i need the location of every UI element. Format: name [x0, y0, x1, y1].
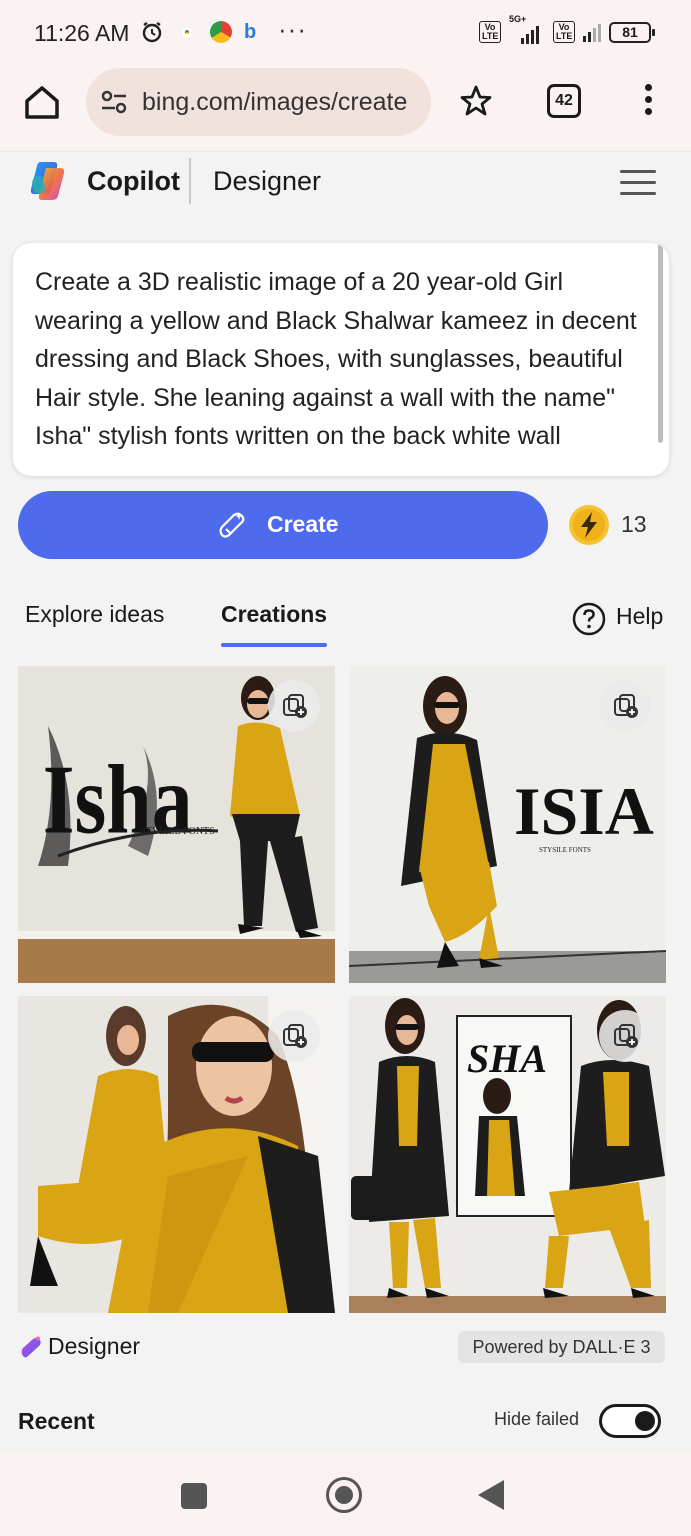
bing-icon: b [244, 20, 257, 43]
collection-add-icon [614, 694, 638, 718]
signal-icon [583, 22, 601, 42]
signal-5g-icon: 5G+ [509, 14, 545, 44]
hide-failed-toggle[interactable] [599, 1404, 661, 1438]
help-icon[interactable] [572, 602, 606, 636]
tab-creations[interactable]: Creations [221, 601, 327, 628]
back-button[interactable] [478, 1480, 504, 1510]
collection-add-icon [614, 1024, 638, 1048]
recents-button[interactable] [181, 1483, 207, 1509]
create-label: Create [267, 511, 339, 537]
active-tab-indicator [221, 643, 327, 647]
add-to-collection-button[interactable] [599, 680, 651, 732]
chrome-icon [210, 21, 232, 43]
chrome-icon [176, 21, 198, 43]
product-name[interactable]: Designer [213, 166, 321, 197]
hamburger-menu-icon[interactable] [620, 170, 656, 196]
header-divider [189, 158, 191, 204]
volte-icon: Vo LTE [479, 21, 501, 43]
help-link[interactable]: Help [616, 603, 663, 630]
create-button[interactable]: Create [18, 491, 548, 559]
home-icon[interactable] [22, 82, 62, 122]
generated-image-1[interactable]: Isha STYLILE FONTS [18, 666, 335, 983]
hide-failed-label: Hide failed [494, 1409, 580, 1429]
wall-text: ISIA [514, 773, 654, 849]
wall-text: SHA [467, 1036, 547, 1081]
powered-by-badge: Powered by DALL·E 3 [458, 1331, 665, 1363]
home-button[interactable] [326, 1477, 362, 1513]
generated-image-2[interactable]: ISIA STYSILE FONTS [349, 666, 666, 983]
create-sparkle-icon [219, 512, 245, 538]
boost-icon[interactable] [568, 504, 610, 546]
boost-count: 13 [621, 511, 647, 537]
status-notification-icons: b [140, 20, 256, 44]
alarm-icon [142, 22, 162, 43]
site-settings-icon[interactable] [100, 88, 128, 116]
url-text[interactable]: bing.com/images/create [142, 88, 420, 117]
status-time: 11:26 AM [34, 20, 130, 46]
copilot-logo-icon[interactable] [28, 160, 72, 202]
tab-explore-ideas[interactable]: Explore ideas [25, 601, 164, 628]
designer-icon [21, 1336, 41, 1358]
prompt-text[interactable]: Create a 3D realistic image of a 20 year… [35, 263, 640, 456]
status-bar: 11:26 AM b ··· Vo LTE 5G+ Vo LTE 81 [0, 0, 691, 66]
collection-add-icon [283, 694, 307, 718]
add-to-collection-button[interactable] [599, 1010, 651, 1062]
network-label: 5G+ [509, 14, 527, 24]
status-system-icons: Vo LTE 5G+ Vo LTE 81 [479, 14, 655, 44]
system-nav-bar [0, 1452, 691, 1536]
more-notifications-icon: ··· [278, 14, 307, 44]
generated-image-3[interactable] [18, 996, 335, 1313]
designer-label: Designer [48, 1333, 141, 1359]
collection-add-icon [283, 1024, 307, 1048]
prompt-scrollbar[interactable] [658, 243, 663, 443]
recent-heading: Recent [18, 1408, 95, 1434]
brand-name[interactable]: Copilot [87, 166, 180, 197]
bookmark-star-icon[interactable] [459, 84, 493, 118]
wall-subtext: STYSILE FONTS [539, 846, 591, 854]
address-bar[interactable]: bing.com/images/create [86, 68, 431, 136]
generated-image-4[interactable]: SHA [349, 996, 666, 1313]
browser-toolbar: bing.com/images/create 42 [0, 66, 691, 152]
volte-icon: Vo LTE [553, 21, 575, 43]
add-to-collection-button[interactable] [268, 680, 320, 732]
add-to-collection-button[interactable] [268, 1010, 320, 1062]
battery-icon: 81 [609, 21, 655, 43]
browser-menu-icon[interactable] [638, 84, 658, 120]
tab-switcher-button[interactable]: 42 [547, 84, 581, 118]
prompt-textarea[interactable]: Create a 3D realistic image of a 20 year… [13, 243, 669, 476]
